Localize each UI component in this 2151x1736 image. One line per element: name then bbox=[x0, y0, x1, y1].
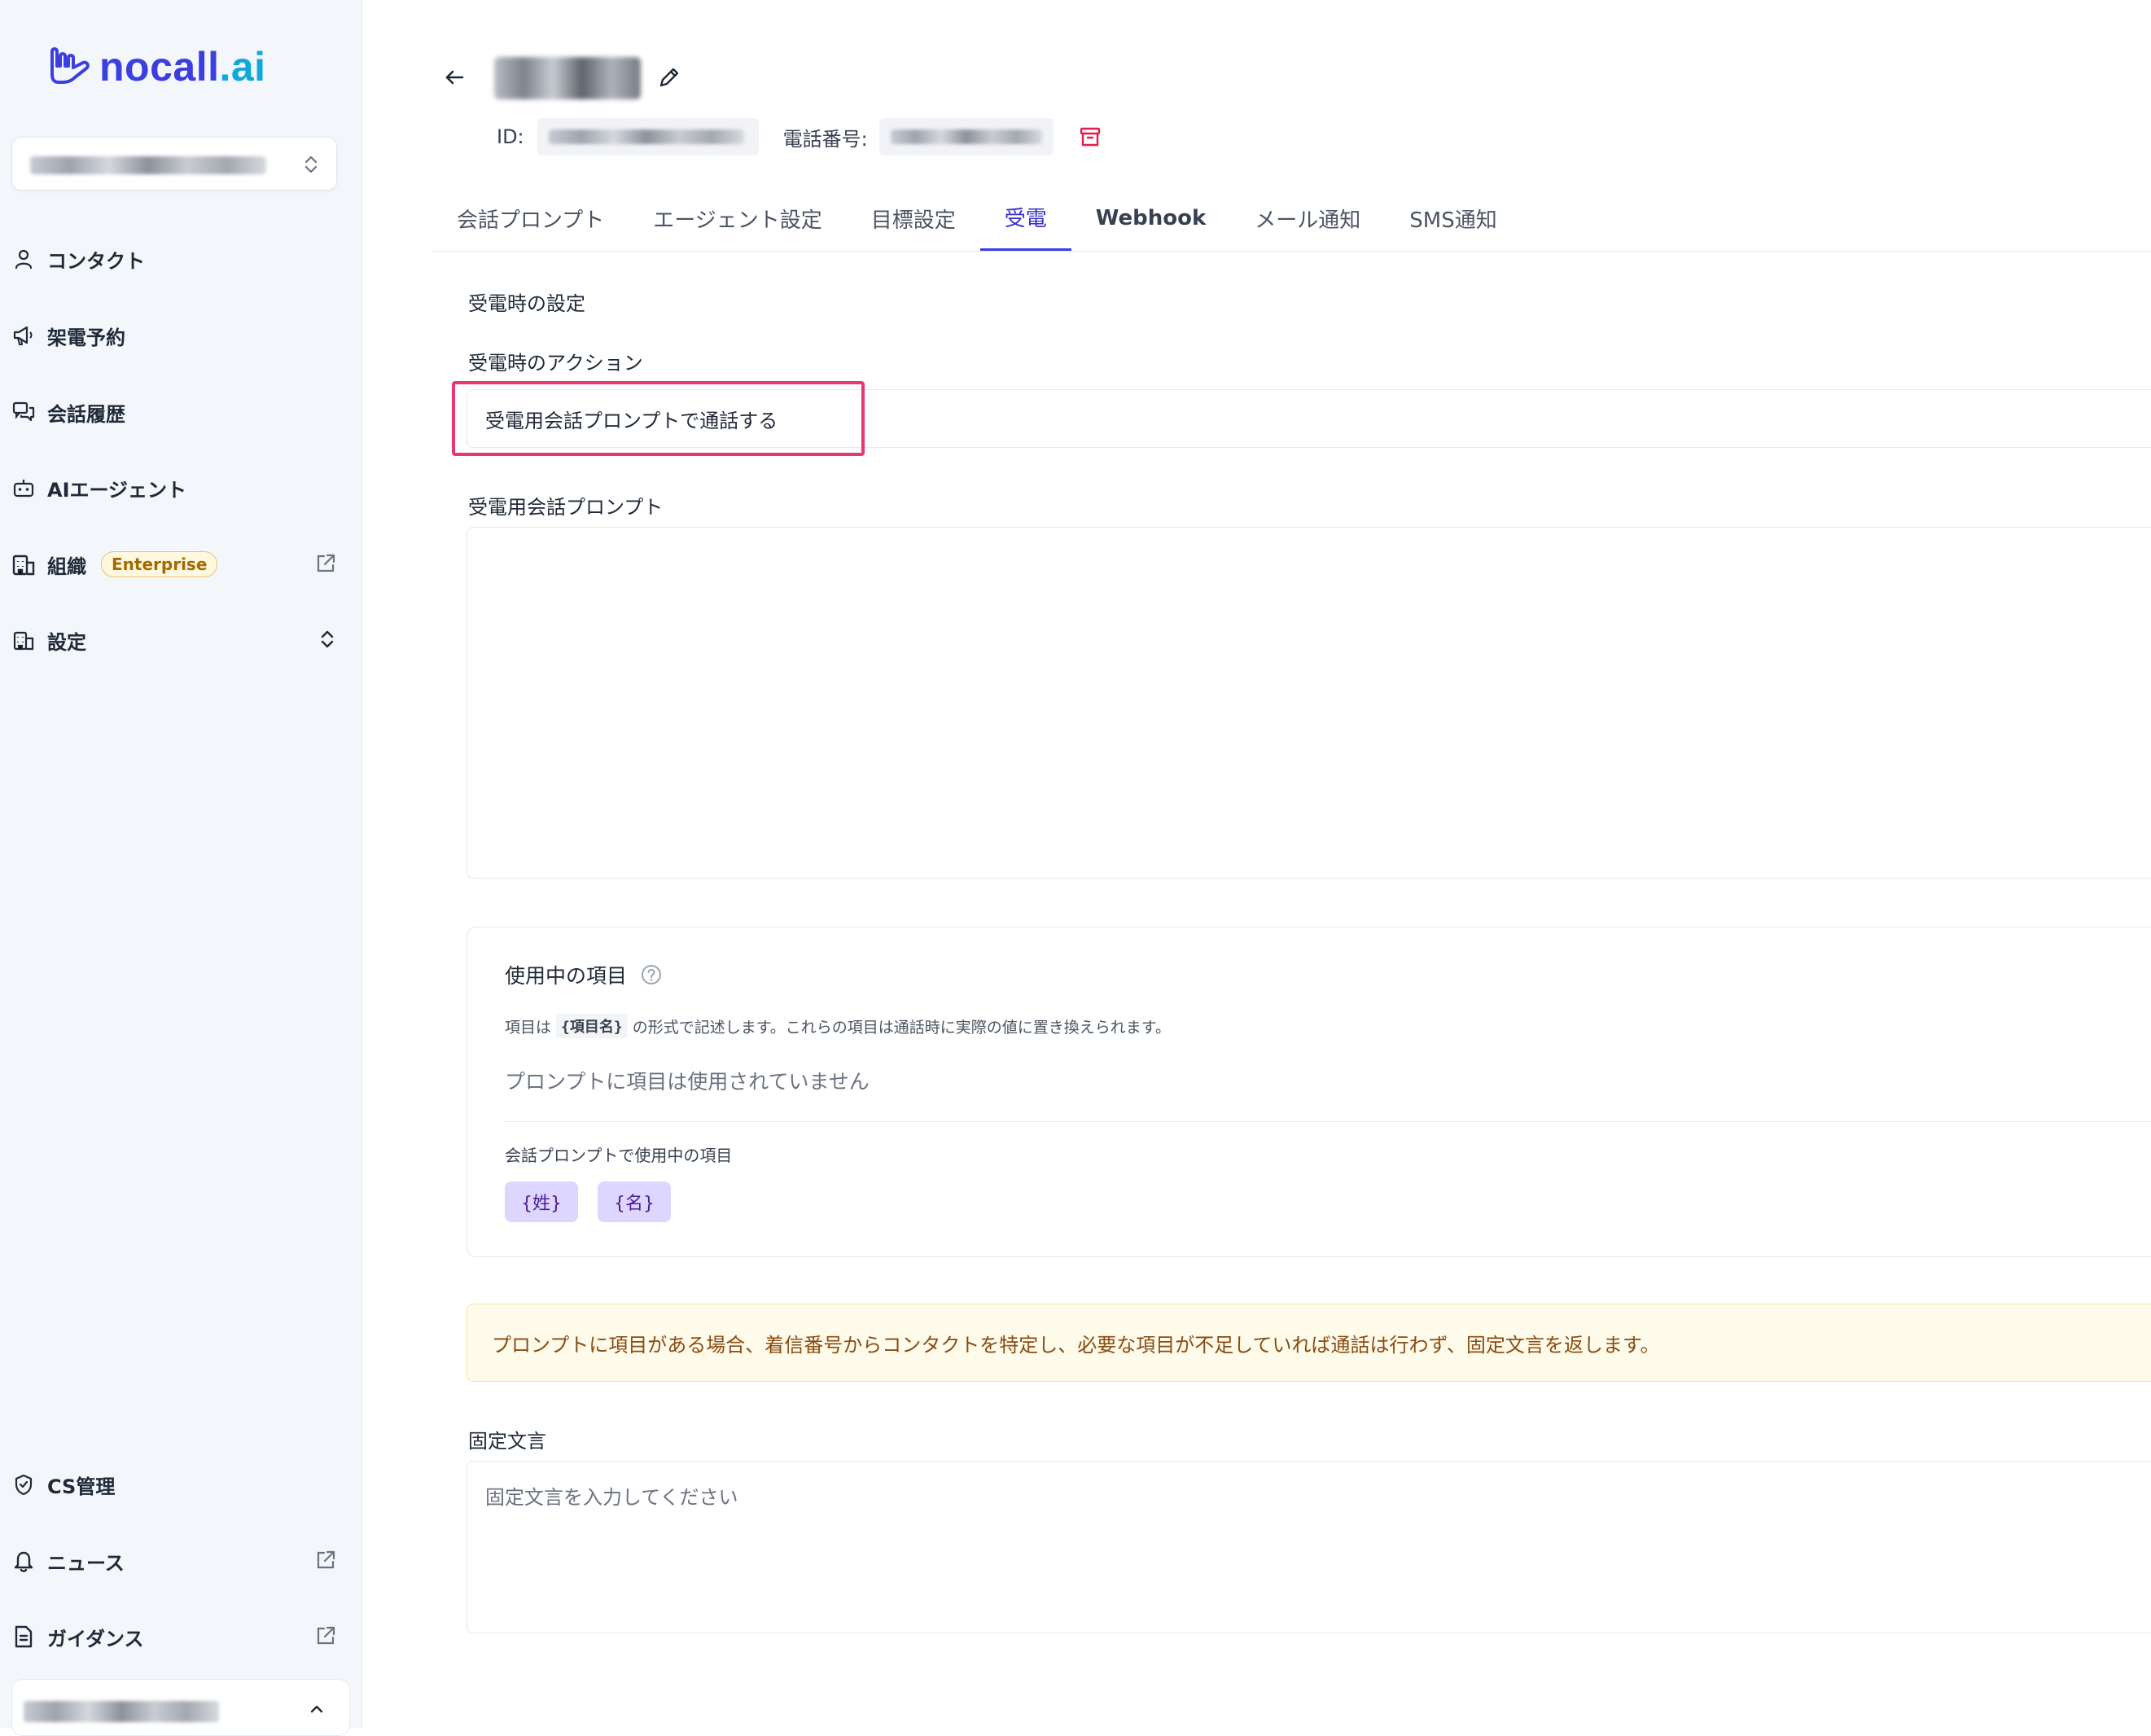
sidebar-item-settings[interactable]: 設定 bbox=[11, 616, 345, 664]
user-name-redacted bbox=[24, 1701, 219, 1722]
tab-goal-settings[interactable]: 目標設定 bbox=[847, 186, 980, 251]
sidebar-item-call-schedule[interactable]: 架電予約 bbox=[11, 311, 345, 360]
chevron-up-down-icon bbox=[304, 156, 318, 173]
variable-chips: {姓} {名} bbox=[505, 1181, 671, 1222]
sidebar-item-label: AIエージェント bbox=[47, 478, 187, 502]
logo-text: nocall.ai bbox=[99, 44, 266, 90]
sidebar-item-label: CS管理 bbox=[47, 1475, 116, 1498]
chat-icon bbox=[11, 400, 36, 424]
sidebar-item-conversation-history[interactable]: 会話履歴 bbox=[11, 388, 345, 436]
sidebar-item-news[interactable]: ニュース bbox=[11, 1537, 345, 1585]
organization-name-redacted bbox=[30, 156, 266, 174]
sidebar-item-label: 架電予約 bbox=[47, 326, 125, 349]
tab-email-notification[interactable]: メール通知 bbox=[1230, 186, 1385, 251]
conversation-prompt-variables-title: 会話プロンプトで使用中の項目 bbox=[505, 1146, 733, 1165]
enterprise-badge: Enterprise bbox=[101, 551, 218, 577]
agent-id-value bbox=[537, 118, 759, 156]
shield-icon bbox=[11, 1472, 36, 1497]
tab-agent-settings[interactable]: エージェント設定 bbox=[629, 186, 846, 251]
inbound-settings-title: 受電時の設定 bbox=[468, 292, 585, 315]
variable-chip-last-name: {姓} bbox=[505, 1181, 578, 1222]
logo[interactable]: nocall.ai bbox=[47, 42, 266, 91]
tabs-divider bbox=[432, 251, 2151, 252]
help-circle-icon[interactable] bbox=[640, 963, 663, 986]
external-link-icon bbox=[317, 1550, 335, 1569]
sidebar-item-label: ニュース bbox=[47, 1551, 125, 1575]
inbound-prompt-textarea[interactable] bbox=[467, 527, 2151, 879]
sidebar: nocall.ai コンタクト 架電予約 会話履歴 AIエージェント 組織 En… bbox=[0, 0, 362, 1736]
building-icon bbox=[11, 552, 36, 576]
inbound-action-select[interactable]: 受電用会話プロンプトで通話する bbox=[467, 389, 2151, 448]
inbound-action-value: 受電用会話プロンプトで通話する bbox=[485, 409, 778, 432]
sidebar-item-label: 組織 bbox=[47, 555, 86, 578]
variables-in-use-title: 使用中の項目 bbox=[505, 960, 663, 989]
sidebar-item-ai-agent[interactable]: AIエージェント bbox=[11, 463, 345, 512]
desc-prefix: 項目は bbox=[505, 1018, 552, 1037]
variables-divider bbox=[505, 1121, 2151, 1122]
tab-inbound[interactable]: 受電 bbox=[979, 186, 1071, 251]
no-variables-text: プロンプトに項目は使用されていません bbox=[505, 1070, 870, 1094]
archive-icon[interactable] bbox=[1078, 125, 1102, 149]
external-link-icon bbox=[317, 1626, 335, 1645]
main-content: ID: 電話番号: 会話プロンプト エージェント設定 目標設定 受電 Webho… bbox=[362, 0, 2151, 1728]
bell-icon bbox=[11, 1549, 36, 1573]
inbound-prompt-label: 受電用会話プロンプト bbox=[468, 496, 664, 519]
tab-conversation-prompt[interactable]: 会話プロンプト bbox=[432, 186, 629, 251]
phone-number-value bbox=[878, 118, 1054, 156]
sidebar-item-label: 設定 bbox=[47, 630, 86, 654]
agent-meta-row: ID: 電話番号: bbox=[497, 116, 1102, 157]
chevron-up-down-icon bbox=[321, 630, 334, 648]
megaphone-icon bbox=[11, 323, 36, 348]
user-icon bbox=[11, 247, 36, 271]
sidebar-item-label: ガイダンス bbox=[47, 1627, 144, 1651]
bot-icon bbox=[11, 476, 36, 500]
variables-description: 項目は {項目名} の形式で記述します。これらの項目は通話時に実際の値に置き換え… bbox=[505, 1014, 1171, 1038]
sidebar-item-organization[interactable]: 組織 Enterprise bbox=[11, 540, 345, 589]
info-notice-text: プロンプトに項目がある場合、着信番号からコンタクトを特定し、必要な項目が不足して… bbox=[492, 1333, 1660, 1357]
variables-in-use-card: 使用中の項目 項目は {項目名} の形式で記述します。これらの項目は通話時に実際… bbox=[467, 927, 2151, 1257]
hand-logo-icon bbox=[50, 47, 90, 84]
id-label: ID: bbox=[497, 125, 524, 148]
chevron-up-icon bbox=[310, 1705, 323, 1713]
phone-label: 電話番号: bbox=[782, 127, 868, 151]
agent-name-redacted bbox=[494, 57, 641, 99]
building-icon bbox=[11, 628, 36, 652]
tab-sms-notification[interactable]: SMS通知 bbox=[1385, 186, 1521, 251]
sidebar-item-contacts[interactable]: コンタクト bbox=[11, 235, 345, 283]
desc-code-chip: {項目名} bbox=[556, 1014, 628, 1038]
fixed-message-textarea[interactable] bbox=[467, 1461, 2151, 1633]
sidebar-item-label: コンタクト bbox=[47, 249, 145, 273]
tab-webhook[interactable]: Webhook bbox=[1071, 186, 1231, 251]
sidebar-item-label: 会話履歴 bbox=[47, 402, 125, 426]
variable-chip-first-name: {名} bbox=[598, 1181, 671, 1222]
inbound-action-label: 受電時のアクション bbox=[468, 352, 643, 375]
external-link-icon bbox=[317, 554, 335, 572]
fixed-message-label: 固定文言 bbox=[468, 1430, 546, 1453]
document-icon bbox=[11, 1624, 36, 1649]
tab-bar: 会話プロンプト エージェント設定 目標設定 受電 Webhook メール通知 S… bbox=[432, 186, 1522, 252]
sidebar-item-cs-management[interactable]: CS管理 bbox=[11, 1460, 345, 1509]
pencil-icon[interactable] bbox=[657, 65, 681, 90]
organization-selector[interactable] bbox=[11, 137, 337, 191]
info-notice: プロンプトに項目がある場合、着信番号からコンタクトを特定し、必要な項目が不足して… bbox=[467, 1304, 2151, 1382]
back-arrow-icon[interactable] bbox=[442, 65, 467, 90]
desc-suffix: の形式で記述します。これらの項目は通話時に実際の値に置き換えられます。 bbox=[632, 1018, 1171, 1037]
variables-title-text: 使用中の項目 bbox=[505, 964, 628, 988]
sidebar-item-guidance[interactable]: ガイダンス bbox=[11, 1612, 345, 1661]
